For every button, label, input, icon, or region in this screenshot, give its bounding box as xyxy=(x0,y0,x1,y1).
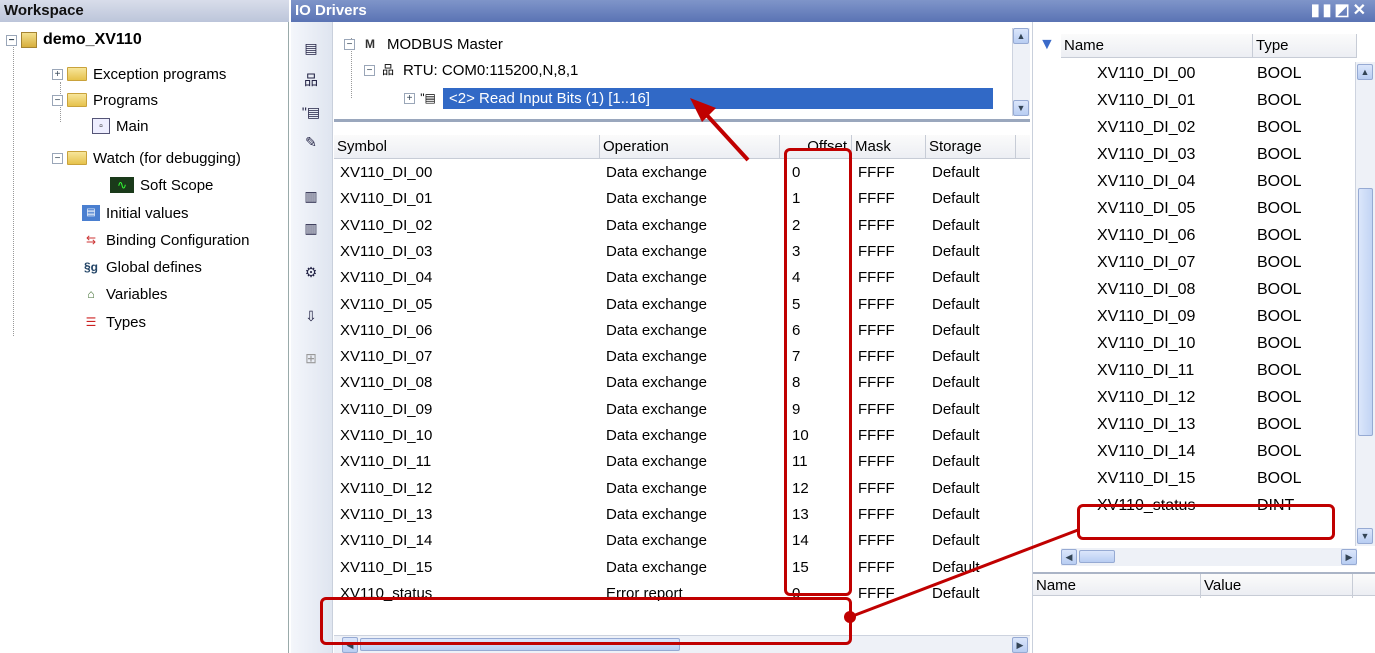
connector-dot xyxy=(844,611,856,623)
arrow-to-block-line xyxy=(702,110,750,162)
connector-line xyxy=(849,528,1079,619)
annotation-arrows xyxy=(690,98,1079,623)
